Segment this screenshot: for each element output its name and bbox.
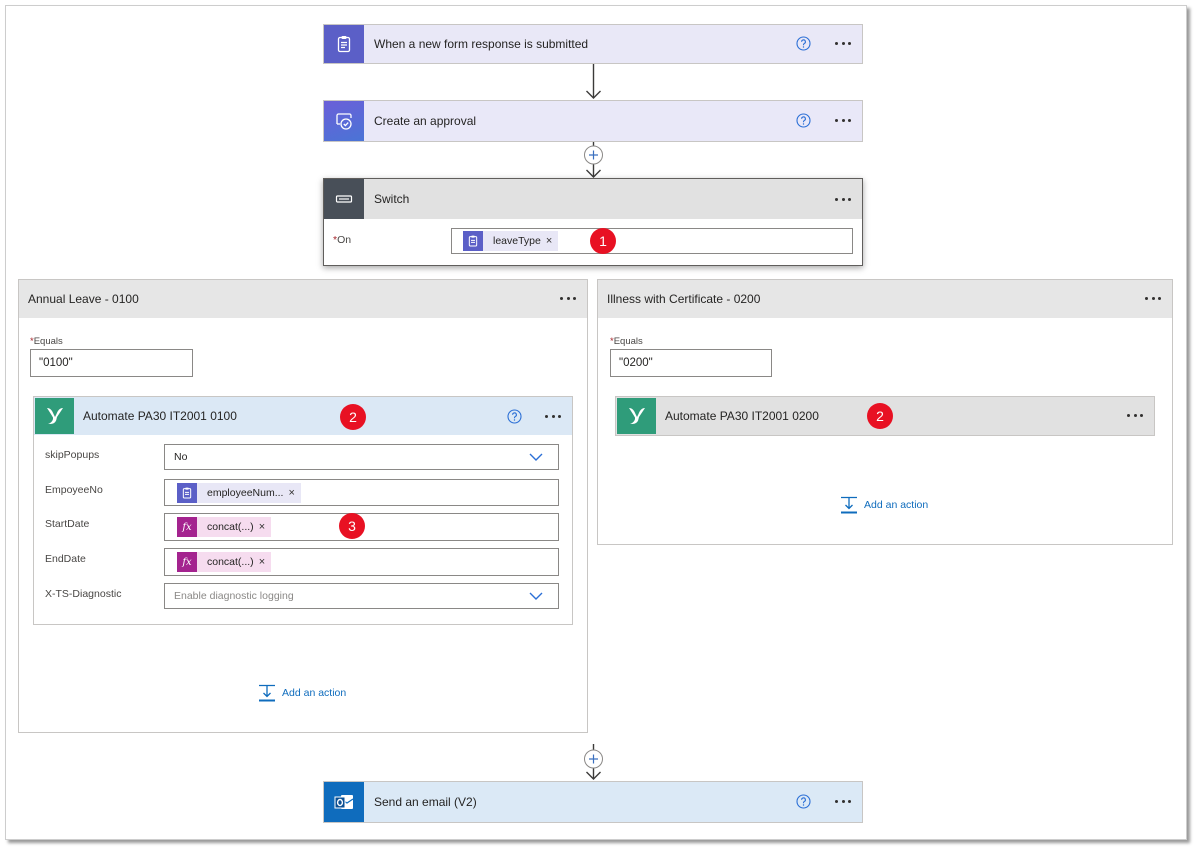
dynamic-content-token[interactable]: employeeNum... × — [177, 482, 301, 503]
action-card-automate-0100[interactable]: Automate PA30 IT2001 0100 2 skipPopups N… — [33, 396, 573, 625]
more-options-icon[interactable] — [835, 198, 851, 201]
remove-token-icon[interactable]: × — [288, 483, 300, 503]
more-options-icon[interactable] — [835, 42, 851, 45]
email-title: Send an email (V2) — [374, 795, 477, 809]
switch-icon — [324, 179, 364, 219]
more-options-icon[interactable] — [1127, 414, 1143, 417]
approval-card[interactable]: Create an approval — [323, 100, 863, 142]
add-action-label: Add an action — [282, 687, 347, 699]
help-icon[interactable] — [507, 409, 522, 424]
annotation-badge: 3 — [339, 513, 365, 539]
switch-on-label-text: On — [337, 234, 352, 246]
equals-value: "0200" — [619, 357, 653, 369]
remove-token-icon[interactable]: × — [259, 517, 271, 537]
automate-icon — [35, 398, 74, 434]
trigger-title: When a new form response is submitted — [374, 37, 589, 51]
dropdown-placeholder: Enable diagnostic logging — [174, 590, 294, 602]
case-illness-certificate[interactable]: Illness with Certificate - 0200 *Equals … — [597, 279, 1173, 545]
equals-value: "0100" — [39, 357, 73, 369]
switch-card[interactable]: Switch *On leaveType × 1 — [323, 178, 863, 266]
action-title: Automate PA30 IT2001 0100 — [83, 409, 237, 423]
automate-icon — [617, 398, 656, 434]
add-action-button[interactable]: Add an action — [258, 684, 346, 702]
chevron-down-icon[interactable] — [529, 453, 543, 461]
annotation-badge: 1 — [590, 228, 616, 254]
add-action-label: Add an action — [864, 499, 929, 511]
case-title: Annual Leave - 0100 — [28, 292, 139, 306]
add-action-button[interactable]: Add an action — [840, 496, 928, 514]
add-action-icon — [841, 496, 857, 514]
equals-input[interactable]: "0100" — [30, 349, 193, 377]
diagnostic-dropdown[interactable]: Enable diagnostic logging — [164, 583, 559, 609]
fx-icon: fx — [177, 517, 197, 537]
plus-circle-icon[interactable] — [584, 749, 603, 769]
more-options-icon[interactable] — [835, 800, 851, 803]
field-label: StartDate — [45, 518, 90, 530]
forms-icon — [177, 482, 197, 503]
more-options-icon[interactable] — [835, 119, 851, 122]
employee-no-input[interactable]: employeeNum... × — [164, 479, 559, 506]
token-label: concat(...) — [207, 521, 254, 533]
annotation-badge: 2 — [340, 404, 366, 430]
forms-icon — [463, 231, 483, 251]
dropdown-value: No — [174, 451, 188, 463]
field-label: EndDate — [45, 553, 86, 565]
more-options-icon[interactable] — [560, 297, 576, 300]
equals-label-text: Equals — [613, 336, 643, 347]
fx-icon: fx — [177, 552, 197, 572]
approval-icon — [324, 101, 364, 141]
equals-input[interactable]: "0200" — [610, 349, 772, 377]
start-date-input[interactable]: fx concat(...) × 3 — [164, 513, 559, 541]
chevron-down-icon[interactable] — [529, 592, 543, 600]
more-options-icon[interactable] — [1145, 297, 1161, 300]
plus-circle-icon[interactable] — [584, 145, 603, 165]
expression-token[interactable]: fx concat(...) × — [177, 517, 272, 537]
equals-label: *Equals — [610, 336, 643, 348]
annotation-badge: 2 — [867, 403, 893, 429]
field-label: X-TS-Diagnostic — [45, 588, 122, 600]
forms-icon — [324, 25, 364, 63]
approval-title: Create an approval — [374, 114, 477, 128]
dynamic-content-token[interactable]: leaveType × — [463, 231, 559, 251]
switch-on-input[interactable]: leaveType × 1 — [451, 228, 853, 254]
field-label: EmpoyeeNo — [45, 484, 103, 496]
help-icon[interactable] — [796, 113, 811, 128]
end-date-input[interactable]: fx concat(...) × — [164, 548, 559, 576]
remove-token-icon[interactable]: × — [259, 552, 271, 572]
connector-arrow — [586, 64, 601, 99]
token-label: leaveType — [493, 235, 541, 247]
case-annual-leave[interactable]: Annual Leave - 0100 *Equals "0100" Autom… — [18, 279, 588, 733]
action-card-automate-0200[interactable]: Automate PA30 IT2001 0200 2 — [615, 396, 1155, 436]
expression-token[interactable]: fx concat(...) × — [177, 552, 272, 572]
equals-label-text: Equals — [33, 336, 63, 347]
token-label: concat(...) — [207, 556, 254, 568]
help-icon[interactable] — [796, 36, 811, 51]
outlook-icon — [324, 782, 364, 822]
add-action-icon — [259, 684, 275, 702]
help-icon[interactable] — [796, 794, 811, 809]
send-email-card[interactable]: Send an email (V2) — [323, 781, 863, 823]
remove-token-icon[interactable]: × — [546, 231, 558, 251]
more-options-icon[interactable] — [545, 415, 561, 418]
trigger-card[interactable]: When a new form response is submitted — [323, 24, 863, 64]
field-label: skipPopups — [45, 449, 100, 461]
switch-title: Switch — [374, 192, 410, 206]
action-title: Automate PA30 IT2001 0200 — [665, 409, 819, 423]
skip-popups-dropdown[interactable]: No — [164, 444, 559, 470]
token-label: employeeNum... — [207, 486, 284, 499]
case-title: Illness with Certificate - 0200 — [607, 292, 761, 306]
equals-label: *Equals — [30, 336, 63, 348]
switch-on-label: *On — [333, 233, 351, 247]
